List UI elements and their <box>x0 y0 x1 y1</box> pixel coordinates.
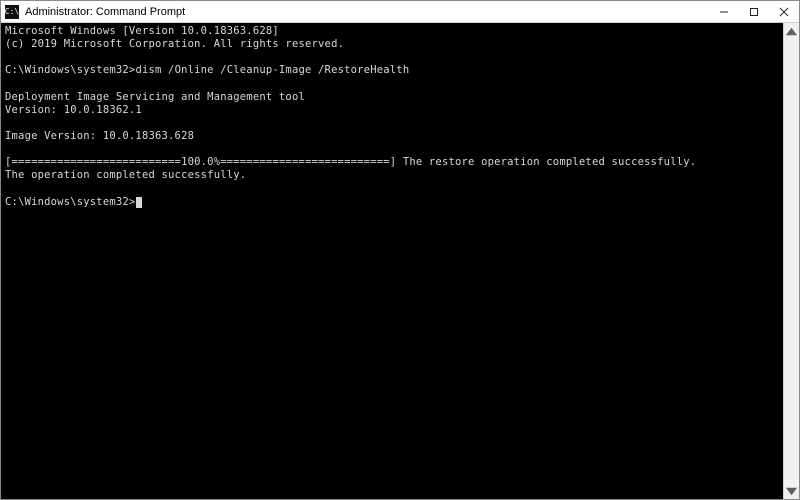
image-version-line: Image Version: 10.0.18363.628 <box>5 130 779 143</box>
chevron-down-icon <box>784 484 799 499</box>
copyright-line: (c) 2019 Microsoft Corporation. All righ… <box>5 38 779 51</box>
cursor <box>136 197 142 208</box>
terminal-output[interactable]: Microsoft Windows [Version 10.0.18363.62… <box>1 23 783 499</box>
chevron-up-icon <box>784 24 799 39</box>
progress-line: [==========================100.0%=======… <box>5 156 779 169</box>
command-line-2: C:\Windows\system32> <box>5 196 779 209</box>
command-text: dism /Online /Cleanup-Image /RestoreHeal… <box>135 64 409 76</box>
prompt-path: C:\Windows\system32> <box>5 196 135 208</box>
cmd-icon: C:\ <box>5 5 19 19</box>
blank-line <box>5 51 779 64</box>
maximize-icon <box>749 7 759 17</box>
blank-line <box>5 117 779 130</box>
scroll-up-button[interactable] <box>784 23 799 39</box>
command-prompt-window: C:\ Administrator: Command Prompt Micros… <box>0 0 800 500</box>
minimize-icon <box>719 7 729 17</box>
scrollbar-track[interactable] <box>784 39 799 483</box>
window-controls <box>709 1 799 22</box>
prompt-path: C:\Windows\system32> <box>5 64 135 76</box>
window-title: Administrator: Command Prompt <box>25 6 709 18</box>
maximize-button[interactable] <box>739 1 769 22</box>
tool-name-line: Deployment Image Servicing and Managemen… <box>5 91 779 104</box>
blank-line <box>5 78 779 91</box>
close-button[interactable] <box>769 1 799 22</box>
success-line: The operation completed successfully. <box>5 169 779 182</box>
command-line-1: C:\Windows\system32>dism /Online /Cleanu… <box>5 64 779 77</box>
content-area: Microsoft Windows [Version 10.0.18363.62… <box>1 23 799 499</box>
os-version-line: Microsoft Windows [Version 10.0.18363.62… <box>5 25 779 38</box>
close-icon <box>779 7 789 17</box>
scroll-down-button[interactable] <box>784 483 799 499</box>
minimize-button[interactable] <box>709 1 739 22</box>
tool-version-line: Version: 10.0.18362.1 <box>5 104 779 117</box>
blank-line <box>5 183 779 196</box>
titlebar[interactable]: C:\ Administrator: Command Prompt <box>1 1 799 23</box>
blank-line <box>5 143 779 156</box>
vertical-scrollbar[interactable] <box>783 23 799 499</box>
